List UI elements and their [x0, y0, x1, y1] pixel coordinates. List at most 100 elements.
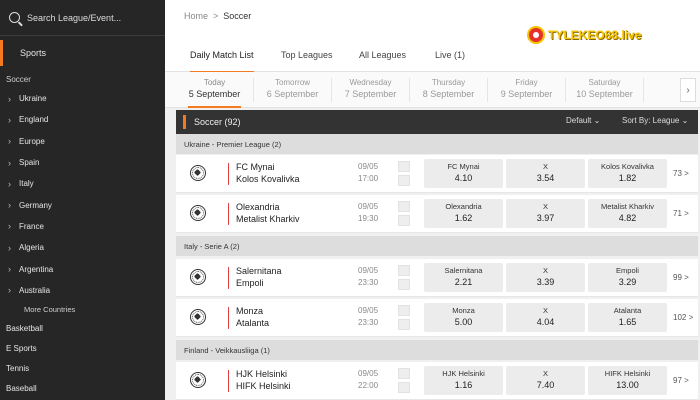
odds-draw-button[interactable]: X 3.97 [506, 199, 585, 228]
date-tab[interactable]: Saturday 10 September [566, 78, 644, 102]
chevron-right-icon: › [8, 264, 11, 275]
tab-top-leagues[interactable]: Top Leagues [281, 38, 333, 72]
stat-box [398, 161, 410, 172]
league-header[interactable]: Finland - Veikkausliiga (1) [176, 340, 698, 360]
sort-dropdown[interactable]: Sort By: League ⌄ [622, 116, 688, 125]
chevron-down-icon: ⌄ [593, 116, 601, 125]
date-tab[interactable]: Wednesday 7 September [332, 78, 410, 102]
match-date: 09/05 [358, 266, 379, 275]
sidebar-section-soccer[interactable]: Soccer [0, 66, 165, 88]
sidebar-item[interactable]: › Germany [0, 194, 165, 215]
away-team[interactable]: Atalanta [236, 318, 269, 328]
match-row[interactable]: Monza Atalanta 09/05 23:30 Monza 5.00 X 4.… [176, 299, 698, 337]
home-team[interactable]: Olexandria [236, 202, 280, 212]
chevron-right-icon: › [686, 84, 690, 96]
stat-box [398, 201, 410, 212]
date-tab[interactable]: Friday 9 September [488, 78, 566, 102]
sidebar-item[interactable]: › Australia [0, 280, 165, 301]
divider [228, 267, 229, 289]
search-icon [9, 12, 20, 23]
soccer-ball-icon [190, 309, 206, 325]
odds-home-button[interactable]: Monza 5.00 [424, 303, 503, 332]
next-dates-button[interactable]: › [680, 78, 696, 102]
away-team[interactable]: Empoli [236, 278, 264, 288]
match-row[interactable]: FC Mynai Kolos Kovalivka 09/05 17:00 FC … [176, 155, 698, 193]
more-markets-link[interactable]: 97 > [673, 376, 689, 385]
match-row[interactable]: Salernitana Empoli 09/05 23:30 Salernita… [176, 259, 698, 297]
sidebar-sport[interactable]: Baseball [0, 379, 165, 399]
more-markets-link[interactable]: 71 > [673, 209, 689, 218]
soccer-ball-icon [190, 372, 206, 388]
sidebar-sport[interactable]: E Sports [0, 339, 165, 359]
date-bar: Today 5 September Tomorrow 6 September Wed… [165, 72, 700, 108]
odds-home-button[interactable]: Olexandria 1.62 [424, 199, 503, 228]
sidebar-item[interactable]: › Spain [0, 152, 165, 173]
sidebar-sport[interactable]: Tennis [0, 359, 165, 379]
chevron-right-icon: › [8, 178, 11, 189]
sidebar-title[interactable]: Sports [0, 40, 165, 66]
chevron-right-icon: › [8, 157, 11, 168]
topbar: Home > Soccer TYLEKEO88.live Daily Match… [165, 0, 700, 73]
search-bar[interactable]: Search League/Event... [0, 0, 165, 36]
odds-home-button[interactable]: FC Mynai 4.10 [424, 159, 503, 188]
chevron-right-icon: › [8, 114, 11, 125]
odds-away-button[interactable]: HIFK Helsinki 13.00 [588, 366, 667, 395]
home-team[interactable]: FC Mynai [236, 162, 275, 172]
stat-box [398, 382, 410, 393]
date-tab[interactable]: Today 5 September [176, 78, 254, 108]
chevron-right-icon: › [8, 221, 11, 232]
odds-draw-button[interactable]: X 4.04 [506, 303, 585, 332]
accent-bar [183, 115, 186, 129]
date-tab[interactable]: Thursday 8 September [410, 78, 488, 102]
sidebar-item[interactable]: › Europe [0, 131, 165, 152]
sidebar-item[interactable]: › Argentina [0, 258, 165, 279]
odds-draw-button[interactable]: X 3.39 [506, 263, 585, 292]
stat-box [398, 305, 410, 316]
league-header[interactable]: Italy - Serie A (2) [176, 236, 698, 256]
league-header[interactable]: Ukraine - Premier League (2) [176, 134, 698, 154]
away-team[interactable]: HIFK Helsinki [236, 381, 291, 391]
odds-away-button[interactable]: Kolos Kovalivka 1.82 [588, 159, 667, 188]
away-team[interactable]: Metalist Kharkiv [236, 214, 300, 224]
sidebar-item[interactable]: › Algeria [0, 237, 165, 258]
date-tab[interactable]: Tomorrow 6 September [254, 78, 332, 102]
section-title: Soccer (92) [194, 117, 241, 127]
match-date: 09/05 [358, 202, 379, 211]
breadcrumb-home[interactable]: Home [184, 11, 208, 21]
odds-draw-button[interactable]: X 3.54 [506, 159, 585, 188]
match-time: 23:30 [358, 318, 379, 327]
tab-daily-match-list[interactable]: Daily Match List [190, 38, 254, 73]
odds-home-button[interactable]: HJK Helsinki 1.16 [424, 366, 503, 395]
match-row[interactable]: HJK Helsinki HIFK Helsinki 09/05 22:00 H… [176, 362, 698, 400]
odds-away-button[interactable]: Metalist Kharkiv 4.82 [588, 199, 667, 228]
home-team[interactable]: Salernitana [236, 266, 282, 276]
away-team[interactable]: Kolos Kovalivka [236, 174, 300, 184]
soccer-ball-icon [190, 269, 206, 285]
odds-draw-button[interactable]: X 7.40 [506, 366, 585, 395]
more-markets-link[interactable]: 102 > [673, 313, 693, 322]
home-team[interactable]: HJK Helsinki [236, 369, 287, 379]
sidebar-item[interactable]: › Italy [0, 173, 165, 194]
search-input[interactable]: Search League/Event... [27, 13, 121, 23]
chevron-right-icon: › [8, 136, 11, 147]
match-date: 09/05 [358, 369, 379, 378]
tab-all-leagues[interactable]: All Leagues [359, 38, 406, 72]
match-date: 09/05 [358, 162, 379, 171]
more-markets-link[interactable]: 73 > [673, 169, 689, 178]
divider [228, 370, 229, 392]
match-row[interactable]: Olexandria Metalist Kharkiv 09/05 19:30 … [176, 195, 698, 233]
odds-away-button[interactable]: Empoli 3.29 [588, 263, 667, 292]
home-team[interactable]: Monza [236, 306, 263, 316]
tab-live[interactable]: Live (1) [435, 38, 465, 72]
soccer-ball-icon [190, 165, 206, 181]
default-dropdown[interactable]: Default ⌄ [566, 116, 600, 125]
match-time: 19:30 [358, 214, 379, 223]
odds-home-button[interactable]: Salernitana 2.21 [424, 263, 503, 292]
odds-away-button[interactable]: Atalanta 1.65 [588, 303, 667, 332]
more-markets-link[interactable]: 99 > [673, 273, 689, 282]
sidebar-item[interactable]: › Ukraine [0, 88, 165, 109]
sidebar-sport[interactable]: Basketball [0, 319, 165, 339]
sidebar-item[interactable]: › France [0, 216, 165, 237]
sidebar-item[interactable]: › England [0, 109, 165, 130]
more-countries-link[interactable]: More Countries [0, 301, 165, 319]
